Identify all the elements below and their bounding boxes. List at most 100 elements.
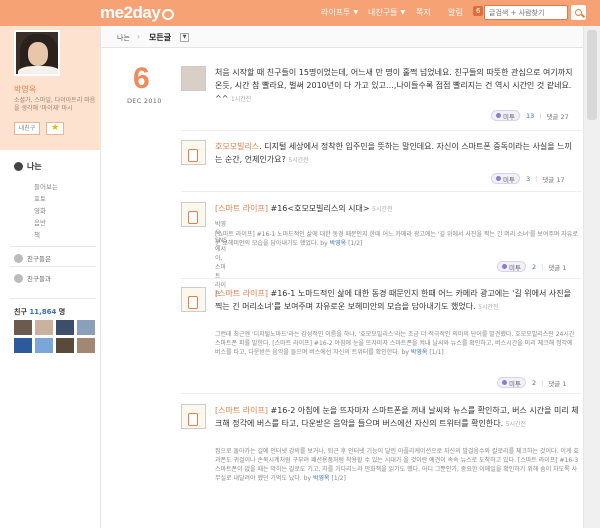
chevron-down-icon[interactable]: ▼ xyxy=(180,33,189,42)
people-icon xyxy=(14,253,23,263)
mitu-count[interactable]: 13 xyxy=(526,112,534,120)
search-input[interactable] xyxy=(484,5,568,20)
divider xyxy=(10,266,96,267)
post-page[interactable]: [1/2] xyxy=(332,475,346,482)
divider xyxy=(10,298,96,299)
chevron-right-icon: › xyxy=(137,32,141,41)
date-month-year: DEC 2010 xyxy=(127,97,162,105)
post-text: [스마트 라이프] #16-2 아침에 눈을 뜨자마자 스마트폰을 꺼내 날씨와… xyxy=(215,404,579,431)
me2day-logo[interactable]: me2day xyxy=(100,3,175,23)
post-excerpt-text: [스마트 라이프] #16-1 노마드적인 삶에 대한 동경 때문인지 한때 어… xyxy=(215,231,578,247)
friend-avatar[interactable] xyxy=(14,338,32,353)
post-page[interactable]: [1/2] xyxy=(348,240,362,247)
post-body: #16-1 노마드적인 삶에 대한 동경 때문인지 한때 어느 카메라 광고에는… xyxy=(215,289,571,311)
breadcrumb-current: 모든글 xyxy=(149,33,172,42)
scrollbar-thumb[interactable] xyxy=(587,30,597,120)
friend-avatar[interactable] xyxy=(35,320,53,335)
sidebar-item-friends-and[interactable]: 친구들과 xyxy=(14,273,51,283)
comments-link[interactable]: 댓글 1 xyxy=(548,262,566,272)
sidebar-subitem[interactable]: 들어보는 xyxy=(34,181,58,193)
divider xyxy=(181,191,581,192)
friend-avatar[interactable] xyxy=(56,320,74,335)
post-actions: 미투 3 | 댓글 17 xyxy=(491,173,565,184)
sidebar-subitem[interactable]: 포토 xyxy=(34,193,58,205)
post-title-tag[interactable]: [스마트 라이프] xyxy=(215,406,268,415)
star-icon[interactable]: ★ xyxy=(46,122,64,135)
profile-name[interactable]: 박영옥 xyxy=(14,84,36,95)
nav-lifetoo[interactable]: 라이프투 ▼ xyxy=(321,7,358,18)
post-author[interactable]: 호모모빌리스 xyxy=(215,142,259,151)
comments-link[interactable]: 댓글 1 xyxy=(548,378,566,388)
divider xyxy=(181,130,581,131)
post-title-tag[interactable]: [스마트 라이프] xyxy=(215,289,268,298)
friends-count-value[interactable]: 11,864 xyxy=(29,308,56,316)
post-text: [스마트 라이프] #16<호모모빌리스의 시대> 5시간전 xyxy=(215,202,579,216)
post-time[interactable]: 5시간전 xyxy=(478,304,498,311)
mitu-count[interactable]: 2 xyxy=(532,379,536,387)
avatar[interactable] xyxy=(14,30,60,76)
smart-life-logo[interactable] xyxy=(181,287,206,312)
mitu-count[interactable]: 3 xyxy=(526,175,530,183)
divider xyxy=(181,278,581,279)
friend-avatar[interactable] xyxy=(77,338,95,353)
speech-bubble-icon xyxy=(14,162,23,171)
post-text: 처음 시작할 때 친구들이 15명이었는데, 어느새 만 명이 훌쩍 넘었네요.… xyxy=(215,66,579,106)
separator: | xyxy=(539,111,542,120)
post-title-tag[interactable]: [스마트 라이프] xyxy=(215,204,268,213)
top-bar: me2day 라이프투 ▼ 내친구들 ▼ 쪽지 알림 6 xyxy=(0,0,600,26)
sidebar-subitem[interactable]: 음반 xyxy=(34,217,58,229)
mitu-icon xyxy=(496,113,501,118)
comments-link[interactable]: 댓글 27 xyxy=(546,111,568,121)
friends-count-label: 친구 xyxy=(14,308,27,316)
post-time[interactable]: 1시간전 xyxy=(231,96,251,103)
nav-messages[interactable]: 쪽지 xyxy=(416,7,431,18)
separator: | xyxy=(541,378,544,387)
breadcrumb-first[interactable]: 나는 xyxy=(117,33,130,43)
search-button[interactable] xyxy=(571,5,586,20)
mitu-count[interactable]: 2 xyxy=(532,263,536,271)
smart-life-logo[interactable] xyxy=(181,202,206,227)
smart-life-logo[interactable] xyxy=(181,140,206,165)
mitu-button[interactable]: 미투 xyxy=(497,377,526,388)
post-time[interactable]: 5시간전 xyxy=(372,206,392,213)
post-body: . 디지털 세상에서 정착한 입주민을 뜻하는 말인데요. 자신이 스마트폰 중… xyxy=(215,142,572,164)
scrollbar[interactable] xyxy=(584,26,600,528)
sidebar-label: 나는 xyxy=(27,162,42,171)
friend-avatar[interactable] xyxy=(77,320,95,335)
my-friend-button[interactable]: 내친구 xyxy=(14,122,40,135)
mitu-button[interactable]: 미투 xyxy=(491,173,520,184)
sidebar-item-friends-says[interactable]: 친구들은 xyxy=(14,253,51,263)
sidebar-subitem[interactable]: 책 xyxy=(34,229,58,241)
post-time[interactable]: 5시간전 xyxy=(506,421,526,428)
nav-alarm[interactable]: 알림 xyxy=(448,7,463,18)
post-page[interactable]: [1/1] xyxy=(429,349,443,356)
nav-label: 알림 xyxy=(448,8,463,17)
post-by-author[interactable]: 박영옥 xyxy=(330,240,347,247)
post-by-author[interactable]: 박영옥 xyxy=(411,349,428,356)
mitu-button[interactable]: 미투 xyxy=(497,261,526,272)
friends-count: 친구 11,864 명 xyxy=(14,307,65,317)
logo-text: me2day xyxy=(100,3,161,22)
separator: | xyxy=(541,262,544,271)
friends-grid xyxy=(14,320,95,353)
post-excerpt-text: 집으로 돌아가는 길에 인터넷 강의를 보거나, 퇴근 후 인터넷 기능이 달린… xyxy=(215,448,579,482)
post-by-author[interactable]: 박영옥 xyxy=(313,475,330,482)
friend-avatar[interactable] xyxy=(56,338,74,353)
sidebar-item-me[interactable]: 나는 xyxy=(14,161,42,172)
date-day: 6 xyxy=(133,62,150,95)
friends-count-unit: 명 xyxy=(58,308,66,316)
friend-avatar[interactable] xyxy=(35,338,53,353)
post-actions: 미투 2 | 댓글 1 xyxy=(497,377,566,388)
post-actions: 미투 13 | 댓글 27 xyxy=(491,110,569,121)
friend-avatar[interactable] xyxy=(14,320,32,335)
mitu-button[interactable]: 미투 xyxy=(491,110,520,121)
mitu-icon xyxy=(502,264,507,269)
sidebar-subitem[interactable]: 영화 xyxy=(34,205,58,217)
smart-life-logo[interactable] xyxy=(181,404,206,429)
nav-label: 라이프투 xyxy=(321,8,351,17)
comments-link[interactable]: 댓글 17 xyxy=(542,174,564,184)
nav-friends[interactable]: 내친구들 ▼ xyxy=(368,7,405,18)
post-author-avatar[interactable] xyxy=(181,66,206,91)
sidebar-sublist: 들어보는 포토 영화 음반 책 xyxy=(34,181,58,241)
post-time[interactable]: 5시간전 xyxy=(288,157,308,164)
